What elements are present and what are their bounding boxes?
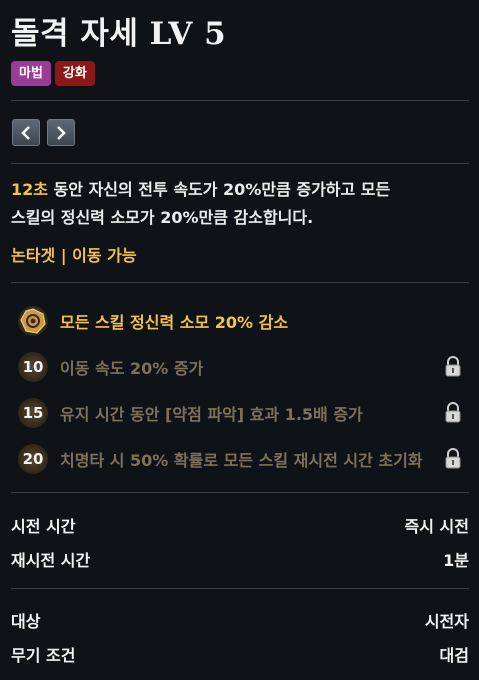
requirement-label: 무기 조건 — [11, 646, 76, 665]
chevron-right-icon — [57, 125, 66, 140]
description-line-2: 스킬의 정신력 소모가 20%만큼 감소합니다. — [11, 208, 314, 227]
stat-label: 시전 시간 — [11, 517, 76, 536]
stat-cooldown: 재시전 시간 1분 — [11, 547, 469, 571]
next-level-button[interactable] — [47, 119, 75, 146]
description-line-1: 동안 자신의 전투 속도가 20%만큼 증가하고 모든 — [48, 180, 391, 199]
duration-highlight: 12초 — [11, 180, 48, 199]
divider — [11, 100, 469, 101]
requirement-label: 대상 — [11, 612, 41, 631]
trait-base[interactable]: 모든 스킬 정신력 소모 20% 감소 — [18, 304, 468, 338]
divider — [11, 588, 469, 589]
rune-icon — [18, 306, 48, 336]
trait-text: 모든 스킬 정신력 소모 20% 감소 — [60, 313, 289, 332]
skill-description: 12초 동안 자신의 전투 속도가 20%만큼 증가하고 모든 스킬의 정신력 … — [11, 176, 473, 232]
trait-level-10[interactable]: 10 이동 속도 20% 증가 — [18, 350, 468, 384]
skill-tags: 마법 강화 — [11, 61, 95, 86]
chevron-left-icon — [21, 125, 30, 140]
level-navigation — [12, 119, 75, 146]
tag-enhance: 강화 — [54, 61, 95, 86]
requirement-target: 대상 시전자 — [11, 608, 469, 632]
lock-icon — [445, 402, 461, 423]
tag-magic: 마법 — [11, 61, 51, 86]
trait-level-20[interactable]: 20 치명타 시 50% 확률로 모든 스킬 재시전 시간 초기화 — [18, 442, 468, 476]
skill-title: 돌격 자세 LV 5 — [11, 16, 227, 52]
prev-level-button[interactable] — [12, 119, 40, 146]
divider — [11, 492, 469, 493]
trait-text: 유지 시간 동안 [약점 파악] 효과 1.5배 증가 — [60, 405, 363, 424]
trait-text: 이동 속도 20% 증가 — [60, 359, 204, 378]
lock-icon — [445, 448, 461, 469]
trait-level-badge: 15 — [18, 398, 48, 428]
stat-cast-time: 시전 시간 즉시 시전 — [11, 513, 469, 537]
stat-value: 즉시 시전 — [404, 517, 469, 536]
trait-text: 치명타 시 50% 확률로 모든 스킬 재시전 시간 초기화 — [60, 451, 423, 470]
requirement-value: 대검 — [439, 646, 469, 665]
trait-level-badge: 10 — [18, 352, 48, 382]
requirement-weapon: 무기 조건 대검 — [11, 642, 469, 666]
stat-value: 1분 — [443, 551, 469, 570]
nontarget-label: 논타겟 | 이동 가능 — [11, 246, 137, 265]
lock-icon — [445, 356, 461, 377]
trait-level-15[interactable]: 15 유지 시간 동안 [약점 파악] 효과 1.5배 증가 — [18, 396, 468, 430]
requirement-value: 시전자 — [424, 612, 469, 631]
stat-label: 재시전 시간 — [11, 551, 91, 570]
trait-level-badge: 20 — [18, 444, 48, 474]
divider — [11, 282, 469, 283]
divider — [11, 163, 469, 164]
